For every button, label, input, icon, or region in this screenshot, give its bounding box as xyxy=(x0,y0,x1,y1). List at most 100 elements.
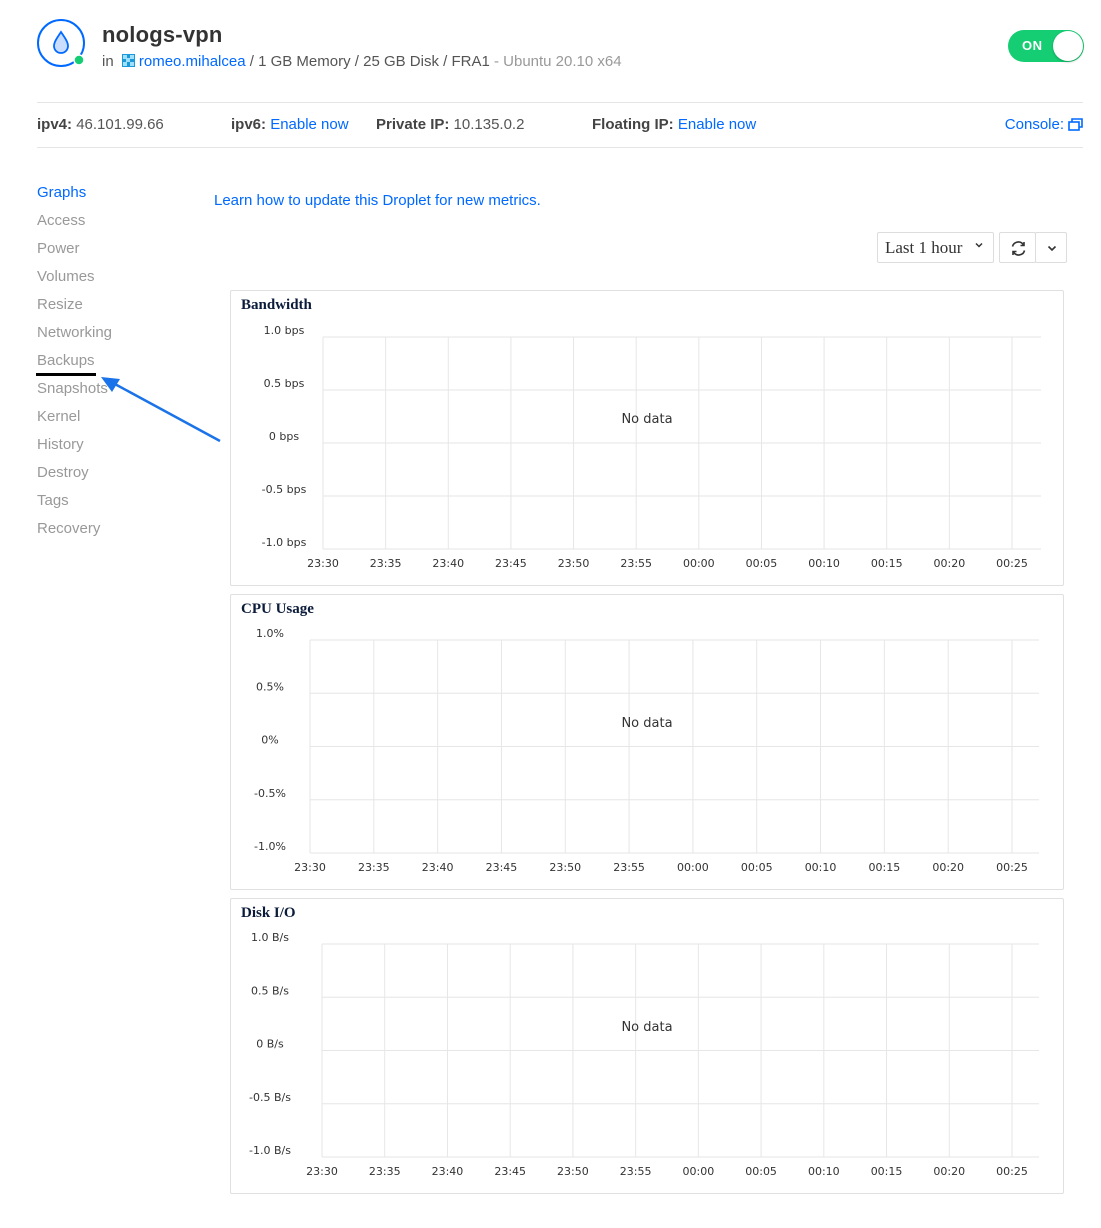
sidebar-item-networking[interactable]: Networking xyxy=(37,324,112,341)
x-tick-label: 00:25 xyxy=(996,557,1028,570)
y-tick-label: -1.0 B/s xyxy=(249,1144,291,1157)
x-tick-label: 00:25 xyxy=(996,861,1028,874)
droplet-name: nologs-vpn xyxy=(102,22,223,47)
x-tick-label: 23:50 xyxy=(549,861,581,874)
chart-plot: 1.0 B/s 0.5 B/s 0 B/s -0.5 B/s -1.0 B/s 23:30… xyxy=(249,931,1039,1178)
sidebar-item-power[interactable]: Power xyxy=(37,240,80,257)
x-tick-label: 23:30 xyxy=(306,1165,338,1178)
x-tick-label: 00:15 xyxy=(871,557,903,570)
no-data-label: No data xyxy=(621,412,672,427)
ipv4-value: 46.101.99.66 xyxy=(76,116,164,133)
x-tick-label: 00:20 xyxy=(934,557,966,570)
refresh-button[interactable] xyxy=(999,232,1036,263)
floating-ip-label: Floating IP: xyxy=(592,116,674,133)
x-tick-label: 00:15 xyxy=(871,1165,903,1178)
droplet-os: - Ubuntu 20.10 x64 xyxy=(493,53,622,70)
x-tick-label: 23:40 xyxy=(422,861,454,874)
x-tick-label: 23:30 xyxy=(307,557,339,570)
y-tick-label: -1.0% xyxy=(254,840,286,853)
sidebar-item-resize[interactable]: Resize xyxy=(37,296,83,313)
y-tick-label: 1.0 B/s xyxy=(251,931,289,944)
refresh-options-button[interactable] xyxy=(1035,232,1067,263)
console-label: Console: xyxy=(1004,116,1064,133)
x-tick-label: 23:45 xyxy=(495,557,527,570)
x-tick-label: 00:00 xyxy=(683,1165,715,1178)
x-tick-label: 00:00 xyxy=(677,861,709,874)
x-tick-label: 00:25 xyxy=(996,1165,1028,1178)
chevron-down-icon xyxy=(1047,245,1057,252)
chart-plot: 1.0 bps 0.5 bps 0 bps -0.5 bps -1.0 bps23:30… xyxy=(262,324,1041,570)
x-tick-label: 00:20 xyxy=(932,861,964,874)
x-tick-label: 00:10 xyxy=(808,1165,840,1178)
x-tick-label: 23:30 xyxy=(294,861,326,874)
y-tick-label: 1.0 bps xyxy=(264,324,305,337)
ipv6-enable-link[interactable]: Enable now xyxy=(270,116,348,133)
time-range-value: Last 1 hour xyxy=(885,238,963,257)
ipv6-info: ipv6: Enable now xyxy=(231,116,349,133)
x-tick-label: 23:45 xyxy=(486,861,518,874)
private-ip-value: 10.135.0.2 xyxy=(453,116,525,133)
x-tick-label: 00:00 xyxy=(683,557,715,570)
x-tick-label: 00:20 xyxy=(933,1165,965,1178)
x-tick-label: 00:05 xyxy=(746,557,778,570)
x-tick-label: 23:55 xyxy=(620,557,652,570)
console-link[interactable]: Console: xyxy=(1005,116,1083,133)
cpu-usage-chart: CPU Usage 1.0% 0.5% 0% -0.5% -1.0% 23:30 23:35… xyxy=(230,594,1064,890)
y-tick-label: 0% xyxy=(261,734,278,747)
sidebar-item-tags[interactable]: Tags xyxy=(37,492,69,509)
y-tick-label: 0.5 B/s xyxy=(251,984,289,997)
x-tick-label: 23:55 xyxy=(613,861,645,874)
status-dot xyxy=(73,54,85,66)
y-tick-label: 0 B/s xyxy=(256,1038,284,1051)
sidebar-item-volumes[interactable]: Volumes xyxy=(37,268,95,285)
sidebar-item-graphs[interactable]: Graphs xyxy=(37,184,86,201)
sidebar-item-history[interactable]: History xyxy=(37,436,84,453)
power-toggle-knob xyxy=(1053,31,1083,61)
x-tick-label: 23:35 xyxy=(369,1165,401,1178)
x-tick-label: 00:10 xyxy=(808,557,840,570)
project-link[interactable]: romeo.mihalcea xyxy=(139,53,246,70)
refresh-icon xyxy=(1011,241,1026,256)
chevron-down-icon xyxy=(975,242,983,248)
x-tick-label: 00:15 xyxy=(869,861,901,874)
x-tick-label: 23:40 xyxy=(432,557,464,570)
x-tick-label: 23:50 xyxy=(558,557,590,570)
sidebar-item-access[interactable]: Access xyxy=(37,212,85,229)
floating-ip-enable-link[interactable]: Enable now xyxy=(678,116,756,133)
no-data-label: No data xyxy=(621,716,672,731)
ipv4-label: ipv4: xyxy=(37,116,73,133)
y-tick-label: -0.5% xyxy=(254,787,286,800)
sidebar-item-destroy[interactable]: Destroy xyxy=(37,464,89,481)
floating-ip-info: Floating IP: Enable now xyxy=(592,116,756,133)
x-tick-label: 00:10 xyxy=(805,861,837,874)
chart-plot: 1.0% 0.5% 0% -0.5% -1.0% 23:30 23:35 23:40 23:45… xyxy=(254,627,1039,874)
private-ip-label: Private IP: xyxy=(376,116,450,133)
sidebar-item-kernel[interactable]: Kernel xyxy=(37,408,80,425)
y-tick-label: -0.5 bps xyxy=(262,483,307,496)
no-data-label: No data xyxy=(621,1020,672,1035)
backups-highlight-underline xyxy=(36,373,96,376)
y-tick-label: -0.5 B/s xyxy=(249,1091,291,1104)
sidebar-item-backups[interactable]: Backups xyxy=(37,352,95,369)
power-toggle[interactable]: ON xyxy=(1008,30,1084,62)
x-tick-label: 23:40 xyxy=(432,1165,464,1178)
external-window-icon xyxy=(1068,118,1083,131)
y-tick-label: 0.5% xyxy=(256,680,284,693)
time-range-select[interactable]: Last 1 hour xyxy=(877,232,994,263)
power-toggle-label: ON xyxy=(1022,38,1043,53)
project-icon xyxy=(121,54,135,67)
x-tick-label: 00:05 xyxy=(745,1165,777,1178)
droplet-specs: / 1 GB Memory / 25 GB Disk / FRA1 xyxy=(249,53,490,70)
in-label: in xyxy=(102,53,114,70)
x-tick-label: 23:35 xyxy=(358,861,390,874)
annotation-arrow-icon xyxy=(101,377,221,443)
droplet-subtitle: in romeo.mihalcea / 1 GB Memory / 25 GB … xyxy=(102,53,622,70)
sidebar-item-recovery[interactable]: Recovery xyxy=(37,520,100,537)
droplet-logo xyxy=(37,19,85,67)
x-tick-label: 23:55 xyxy=(620,1165,652,1178)
y-tick-label: 0.5 bps xyxy=(264,377,305,390)
ipv6-label: ipv6: xyxy=(231,116,267,133)
y-tick-label: 1.0% xyxy=(256,627,284,640)
metrics-update-link[interactable]: Learn how to update this Droplet for new… xyxy=(214,192,541,209)
x-tick-label: 23:35 xyxy=(370,557,402,570)
